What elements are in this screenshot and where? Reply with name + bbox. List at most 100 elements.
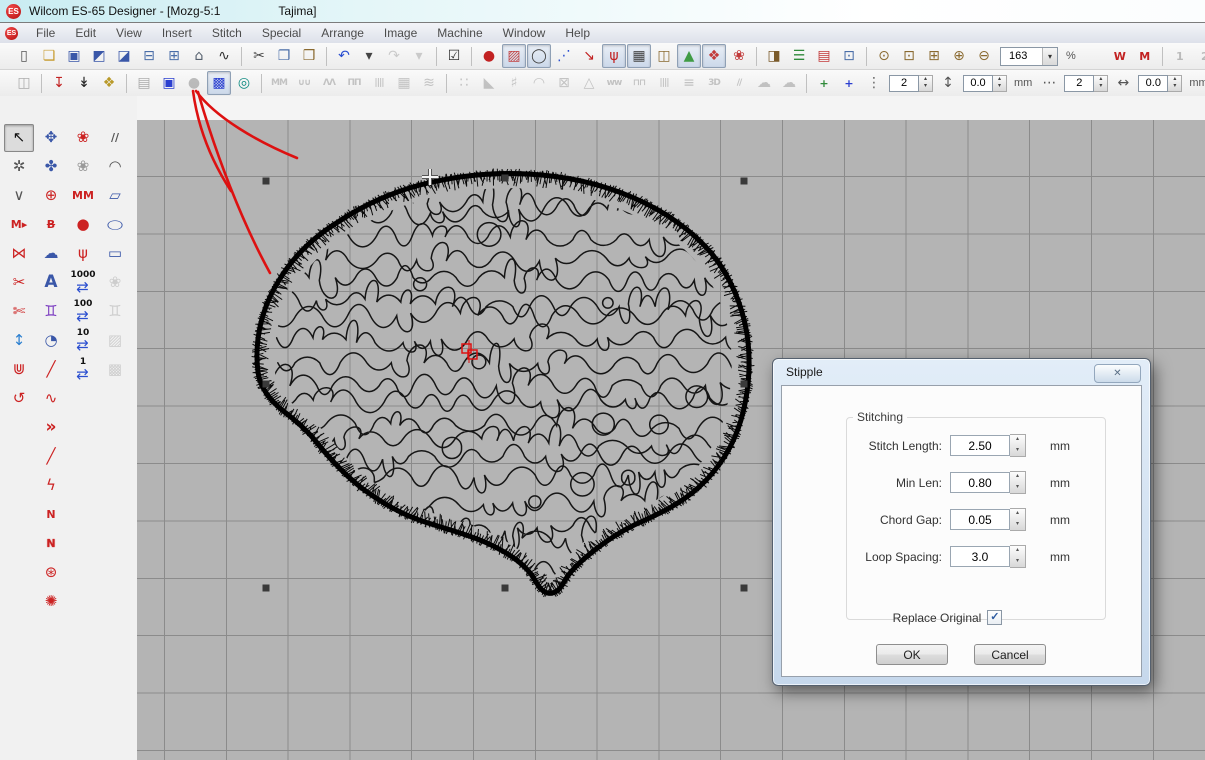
buddy-mirror-button[interactable]: ♊ <box>36 298 66 326</box>
new-design-button[interactable]: ▯ <box>12 44 36 68</box>
save-design-button[interactable]: ▣ <box>62 44 86 68</box>
cancel-button[interactable]: Cancel <box>974 644 1046 665</box>
replace-original-checkbox[interactable]: ✓ <box>987 610 1002 625</box>
hoop-view-button[interactable]: ◫ <box>652 44 676 68</box>
rectangle-tool-button[interactable]: ▭ <box>100 240 130 268</box>
save-design-version-button[interactable]: ◪ <box>112 44 136 68</box>
loop-spacing-spinner[interactable]: ▴▾ <box>1010 545 1026 568</box>
stitch-width-button[interactable]: ΜΜ <box>68 182 98 210</box>
spinner-arrows-icon[interactable]: ▴▾ <box>1168 75 1182 92</box>
nudge-1000-button[interactable]: 1000⇄ <box>68 269 98 297</box>
menu-stitch[interactable]: Stitch <box>202 24 252 42</box>
smart-digitize-button[interactable]: ∨ <box>4 182 34 210</box>
cut-button[interactable]: ✂ <box>247 44 271 68</box>
insert-artwork-button[interactable]: ❀ <box>68 153 98 181</box>
nudge-100-button[interactable]: 100⇄ <box>68 298 98 326</box>
menu-insert[interactable]: Insert <box>152 24 202 42</box>
undo-button[interactable]: ↶ <box>332 44 356 68</box>
outline-design-button[interactable]: ▣ <box>157 71 181 95</box>
nudge-10-button[interactable]: 10⇄ <box>68 327 98 355</box>
zoom-1-1-button[interactable]: ⊙ <box>872 44 896 68</box>
menu-window[interactable]: Window <box>493 24 556 42</box>
bitmap-artwork-view-button[interactable]: ▲ <box>677 44 701 68</box>
stitch-length-spinner[interactable]: ▴▾ <box>1010 434 1026 457</box>
design-properties-button[interactable]: ◨ <box>762 44 786 68</box>
zoom-in-button[interactable]: ⊕ <box>947 44 971 68</box>
complex-fill-button[interactable]: ☁ <box>36 240 66 268</box>
zoom-box-button[interactable]: ⊡ <box>897 44 921 68</box>
polygon-select-button[interactable]: ✲ <box>4 153 34 181</box>
outlines-view-button[interactable]: ◯ <box>527 44 551 68</box>
zigzag-run-button[interactable]: ϟ <box>36 472 66 500</box>
print-preview-button[interactable]: ⊞ <box>162 44 186 68</box>
min-len-input[interactable]: 0.80 <box>950 472 1010 493</box>
stitch-player-button[interactable]: Μ▸ <box>4 211 34 239</box>
menu-arrange[interactable]: Arrange <box>311 24 374 42</box>
open-design-button[interactable]: ❏ <box>37 44 61 68</box>
menu-file[interactable]: File <box>26 24 65 42</box>
more-options-button[interactable]: ⋮ <box>862 71 886 95</box>
spinner-arrows-icon[interactable]: ▴▾ <box>919 75 933 92</box>
zoom-out-button[interactable]: ⊖ <box>972 44 996 68</box>
select-object-button[interactable]: ↖ <box>4 124 34 152</box>
grid-view-button[interactable]: ▦ <box>627 44 651 68</box>
offset-tool-button[interactable]: ↕ <box>936 71 960 95</box>
paste-button[interactable]: ❒ <box>297 44 321 68</box>
menu-special[interactable]: Special <box>252 24 311 42</box>
insert-embroidery-button[interactable]: ❀ <box>68 124 98 152</box>
menu-image[interactable]: Image <box>374 24 427 42</box>
spinner-arrows-icon[interactable]: ▴▾ <box>1094 75 1108 92</box>
arc-digitize-button[interactable]: ◠ <box>100 153 130 181</box>
open-curve-button[interactable]: N <box>36 501 66 529</box>
vector-artwork-view-button[interactable]: ❖ <box>702 44 726 68</box>
radial-fill-button[interactable]: ✺ <box>36 588 66 616</box>
zoom-to-fit-button[interactable]: ⊞ <box>922 44 946 68</box>
reshape-arc-button[interactable]: ◔ <box>36 327 66 355</box>
reshape-nodes-button[interactable]: ❖ <box>97 71 121 95</box>
run-stitch-line-button[interactable]: ╱ <box>36 443 66 471</box>
insert-machine-file-button[interactable]: W <box>1108 44 1132 68</box>
auto-apply-button[interactable]: ☑ <box>442 44 466 68</box>
save-to-machine-button[interactable]: ◩ <box>87 44 111 68</box>
free-rotate-button[interactable]: ↺ <box>4 385 34 413</box>
stitches-view-button[interactable]: ● <box>477 44 501 68</box>
density-count-input[interactable]: 2▴▾ <box>1064 75 1108 92</box>
manual-run-button[interactable]: » <box>36 414 66 442</box>
penetrations-view-button[interactable]: ψ <box>602 44 626 68</box>
align-grid-b-button[interactable]: + <box>837 71 861 95</box>
column-stitch-button[interactable]: ● <box>68 211 98 239</box>
stitch-spacing-input[interactable]: 0.0▴▾ <box>1138 75 1182 92</box>
undo-dropdown-button[interactable]: ▾ <box>357 44 381 68</box>
remove-overlaps-button[interactable]: Β <box>36 211 66 239</box>
menu-help[interactable]: Help <box>555 24 600 42</box>
ok-button[interactable]: OK <box>876 644 948 665</box>
fold-shape-button[interactable]: ▱ <box>100 182 130 210</box>
lettering-button[interactable]: A <box>36 269 66 297</box>
ellipse-tool-button[interactable]: ◯ <box>100 211 130 239</box>
closest-join-button[interactable]: ⊕ <box>36 182 66 210</box>
document-menu-icon[interactable]: ES <box>5 27 18 40</box>
closed-curve-button[interactable]: N <box>36 530 66 558</box>
offset-outline-button[interactable]: ◎ <box>232 71 256 95</box>
chord-gap-spinner[interactable]: ▴▾ <box>1010 508 1026 531</box>
pull-compensation-input[interactable]: 0.0▴▾ <box>963 75 1007 92</box>
nudge-1-button[interactable]: 1⇄ <box>68 356 98 384</box>
menu-edit[interactable]: Edit <box>65 24 106 42</box>
eyelet-tool-button[interactable]: ⊛ <box>36 559 66 587</box>
background-view-button[interactable]: ❀ <box>727 44 751 68</box>
stitch-length-input[interactable]: 2.50 <box>950 435 1010 456</box>
remove-stitches-button[interactable]: ✂ <box>4 269 34 297</box>
color-film-button[interactable]: ▤ <box>812 44 836 68</box>
chevron-down-icon[interactable]: ▾ <box>1042 48 1057 65</box>
stipple-fill-button[interactable]: ▩ <box>207 71 231 95</box>
connect-machine-button[interactable]: ∿ <box>212 44 236 68</box>
dialog-close-button[interactable]: ✕ <box>1094 364 1141 383</box>
elastic-lettering-button[interactable]: ↕ <box>4 327 34 355</box>
copy-button[interactable]: ❐ <box>272 44 296 68</box>
min-len-spinner[interactable]: ▴▾ <box>1010 471 1026 494</box>
thread-colors-button[interactable]: ☰ <box>787 44 811 68</box>
spacing-tool-button[interactable]: ↔ <box>1111 71 1135 95</box>
stitch-exit-point-button[interactable]: ↡ <box>72 71 96 95</box>
loop-spacing-input[interactable]: 3.0 <box>950 546 1010 567</box>
underlay-count-input[interactable]: 2▴▾ <box>889 75 933 92</box>
